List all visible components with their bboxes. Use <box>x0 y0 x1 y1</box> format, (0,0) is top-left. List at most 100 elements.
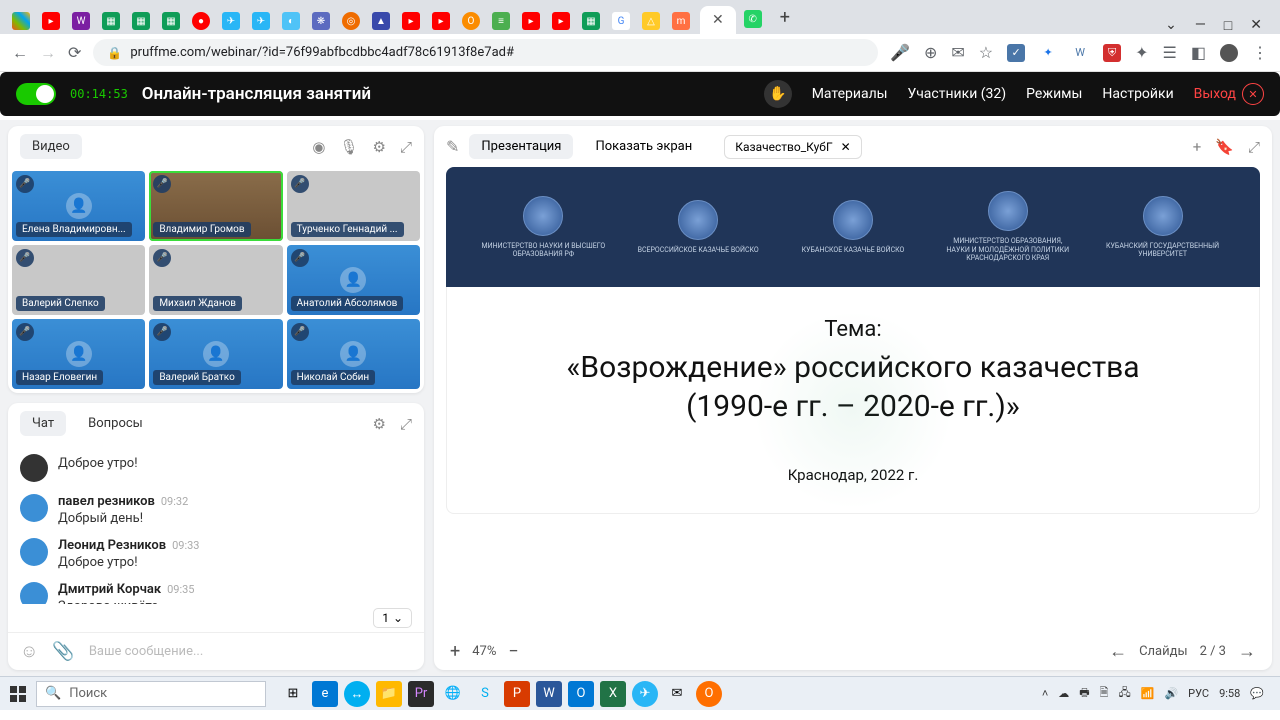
new-tab-button[interactable]: + <box>770 1 800 34</box>
tab-questions[interactable]: Вопросы <box>76 411 155 436</box>
attach-icon[interactable]: 📎 <box>52 641 74 662</box>
tab-presentation[interactable]: Презентация <box>469 134 573 159</box>
task-telegram[interactable]: ✈ <box>632 681 658 707</box>
tray-notifications-icon[interactable]: 💬 <box>1250 687 1264 700</box>
favicon-sheet1[interactable]: ▦ <box>102 12 120 30</box>
favicon-rec[interactable]: ● <box>192 12 210 30</box>
chat-expand-icon[interactable]: ⤢ <box>400 415 412 433</box>
task-teamviewer[interactable]: ↔ <box>344 681 370 707</box>
chat-page-selector[interactable]: 1 ⌄ <box>373 608 412 628</box>
tray-print-icon[interactable]: 🖶 <box>1079 684 1089 703</box>
tray-chevron-icon[interactable]: ˄ <box>1042 687 1048 700</box>
reload-icon[interactable]: ⟳ <box>68 43 81 62</box>
favicon-yt[interactable]: ▸ <box>42 12 60 30</box>
ext-shield-icon[interactable]: ⛨ <box>1103 44 1121 62</box>
favicon-yt4[interactable]: ▸ <box>522 12 540 30</box>
active-tab[interactable]: ✕ <box>700 6 736 34</box>
favicon-tg1[interactable]: ✈ <box>222 12 240 30</box>
video-tile[interactable]: 🎤👤Николай Собин <box>287 319 420 389</box>
extensions-icon[interactable]: ✦ <box>1135 43 1148 62</box>
gift-icon[interactable]: ⊕ <box>924 43 937 62</box>
video-tile[interactable]: 🎤👤Елена Владимировн... <box>12 171 145 241</box>
pen-icon[interactable]: ✎ <box>446 137 459 156</box>
zoom-in-icon[interactable]: + <box>450 641 460 662</box>
tray-battery-icon[interactable]: 🗎 <box>1100 684 1109 703</box>
tray-time[interactable]: 9:58 <box>1219 687 1240 700</box>
gear-icon[interactable]: ⚙ <box>373 138 386 156</box>
favicon-ms[interactable] <box>12 12 30 30</box>
favicon-sheet4[interactable]: ▦ <box>582 12 600 30</box>
record-toggle[interactable] <box>16 83 56 105</box>
reading-list-icon[interactable]: ☰ <box>1163 43 1177 62</box>
favicon-sheet2[interactable]: ▦ <box>132 12 150 30</box>
task-word[interactable]: W <box>536 681 562 707</box>
tray-network-icon[interactable]: 🖧 <box>1119 684 1131 703</box>
side-panel-icon[interactable]: ◧ <box>1191 43 1206 62</box>
video-tile[interactable]: 🎤Владимир Громов <box>149 171 282 241</box>
ext-vk-icon[interactable]: ✓ <box>1007 44 1025 62</box>
bookmark-icon[interactable]: 🔖 <box>1215 138 1234 156</box>
task-folder[interactable]: 📁 <box>376 681 402 707</box>
chat-input[interactable]: Ваше сообщение... <box>89 644 412 659</box>
tray-wifi-icon[interactable]: 📶 <box>1141 687 1155 700</box>
task-excel[interactable]: X <box>600 681 626 707</box>
menu-modes[interactable]: Режимы <box>1026 86 1082 102</box>
favicon-shell[interactable]: ❋ <box>312 12 330 30</box>
tab-share-screen[interactable]: Показать экран <box>583 134 704 159</box>
video-tile[interactable]: 🎤Турченко Геннадий ... <box>287 171 420 241</box>
fullscreen-icon[interactable]: ⤢ <box>1248 138 1260 156</box>
tray-volume-icon[interactable]: 🔊 <box>1164 687 1178 700</box>
favicon-yt3[interactable]: ▸ <box>432 12 450 30</box>
menu-dots-icon[interactable]: ⋮ <box>1252 43 1268 62</box>
favicon-yt2[interactable]: ▸ <box>402 12 420 30</box>
favicon-wb[interactable]: W <box>72 12 90 30</box>
favicon-yt5[interactable]: ▸ <box>552 12 570 30</box>
favicon-tg2[interactable]: ✈ <box>252 12 270 30</box>
star-icon[interactable]: ☆ <box>979 43 993 62</box>
task-view-icon[interactable]: ⊞ <box>280 681 306 707</box>
menu-settings[interactable]: Настройки <box>1102 86 1173 102</box>
window-minimize[interactable]: — <box>1195 17 1206 34</box>
camera-icon[interactable]: ◉ <box>312 138 325 156</box>
task-powerpoint[interactable]: P <box>504 681 530 707</box>
task-chrome[interactable]: 🌐 <box>440 681 466 707</box>
video-tile[interactable]: 🎤Михаил Жданов <box>149 245 282 315</box>
favicon-globe[interactable]: ◐ <box>282 12 300 30</box>
emoji-icon[interactable]: ☺ <box>20 641 38 662</box>
prev-slide-icon[interactable]: ← <box>1109 641 1127 662</box>
url-input[interactable]: 🔒 pruffme.com/webinar/?id=76f99abfbcdbbc… <box>93 39 878 66</box>
tab-close-icon[interactable]: ✕ <box>712 12 724 28</box>
file-close-icon[interactable]: ✕ <box>841 140 851 154</box>
presentation-file-tab[interactable]: Казачество_КубГ ✕ <box>724 135 861 159</box>
next-slide-icon[interactable]: → <box>1238 641 1256 662</box>
favicon-coin[interactable]: О <box>462 12 480 30</box>
task-mail[interactable]: ✉ <box>664 681 690 707</box>
video-tile[interactable]: 🎤👤Назар Еловегин <box>12 319 145 389</box>
favicon-google[interactable]: G <box>612 12 630 30</box>
window-maximize[interactable]: □ <box>1224 17 1232 34</box>
ext-puzzle-icon[interactable]: ✦ <box>1039 44 1057 62</box>
favicon-orange[interactable]: ◎ <box>342 12 360 30</box>
back-icon[interactable]: ← <box>12 43 28 63</box>
task-premiere[interactable]: Pr <box>408 681 434 707</box>
video-tile[interactable]: 🎤👤Валерий Братко <box>149 319 282 389</box>
expand-icon[interactable]: ⤢ <box>400 138 412 156</box>
favicon-tri[interactable]: ▲ <box>372 12 390 30</box>
menu-materials[interactable]: Материалы <box>812 86 888 102</box>
exit-button[interactable]: Выход ✕ <box>1194 83 1264 105</box>
profile-avatar[interactable] <box>1220 44 1238 62</box>
video-tile[interactable]: 🎤Валерий Слепко <box>12 245 145 315</box>
ext-vk2-icon[interactable]: W <box>1071 44 1089 62</box>
task-skype[interactable]: S <box>472 681 498 707</box>
task-outlook[interactable]: O <box>568 681 594 707</box>
microphone-icon[interactable]: 🎙 <box>339 138 358 156</box>
favicon-drive[interactable]: △ <box>642 12 660 30</box>
tab-chat[interactable]: Чат <box>20 411 66 436</box>
tab-video[interactable]: Видео <box>20 134 82 159</box>
menu-participants[interactable]: Участники (32) <box>908 86 1007 102</box>
zoom-out-icon[interactable]: − <box>508 641 518 662</box>
start-button[interactable] <box>6 682 30 706</box>
favicon-lines[interactable]: ≡ <box>492 12 510 30</box>
task-edge[interactable]: e <box>312 681 338 707</box>
add-icon[interactable]: + <box>1193 138 1202 156</box>
